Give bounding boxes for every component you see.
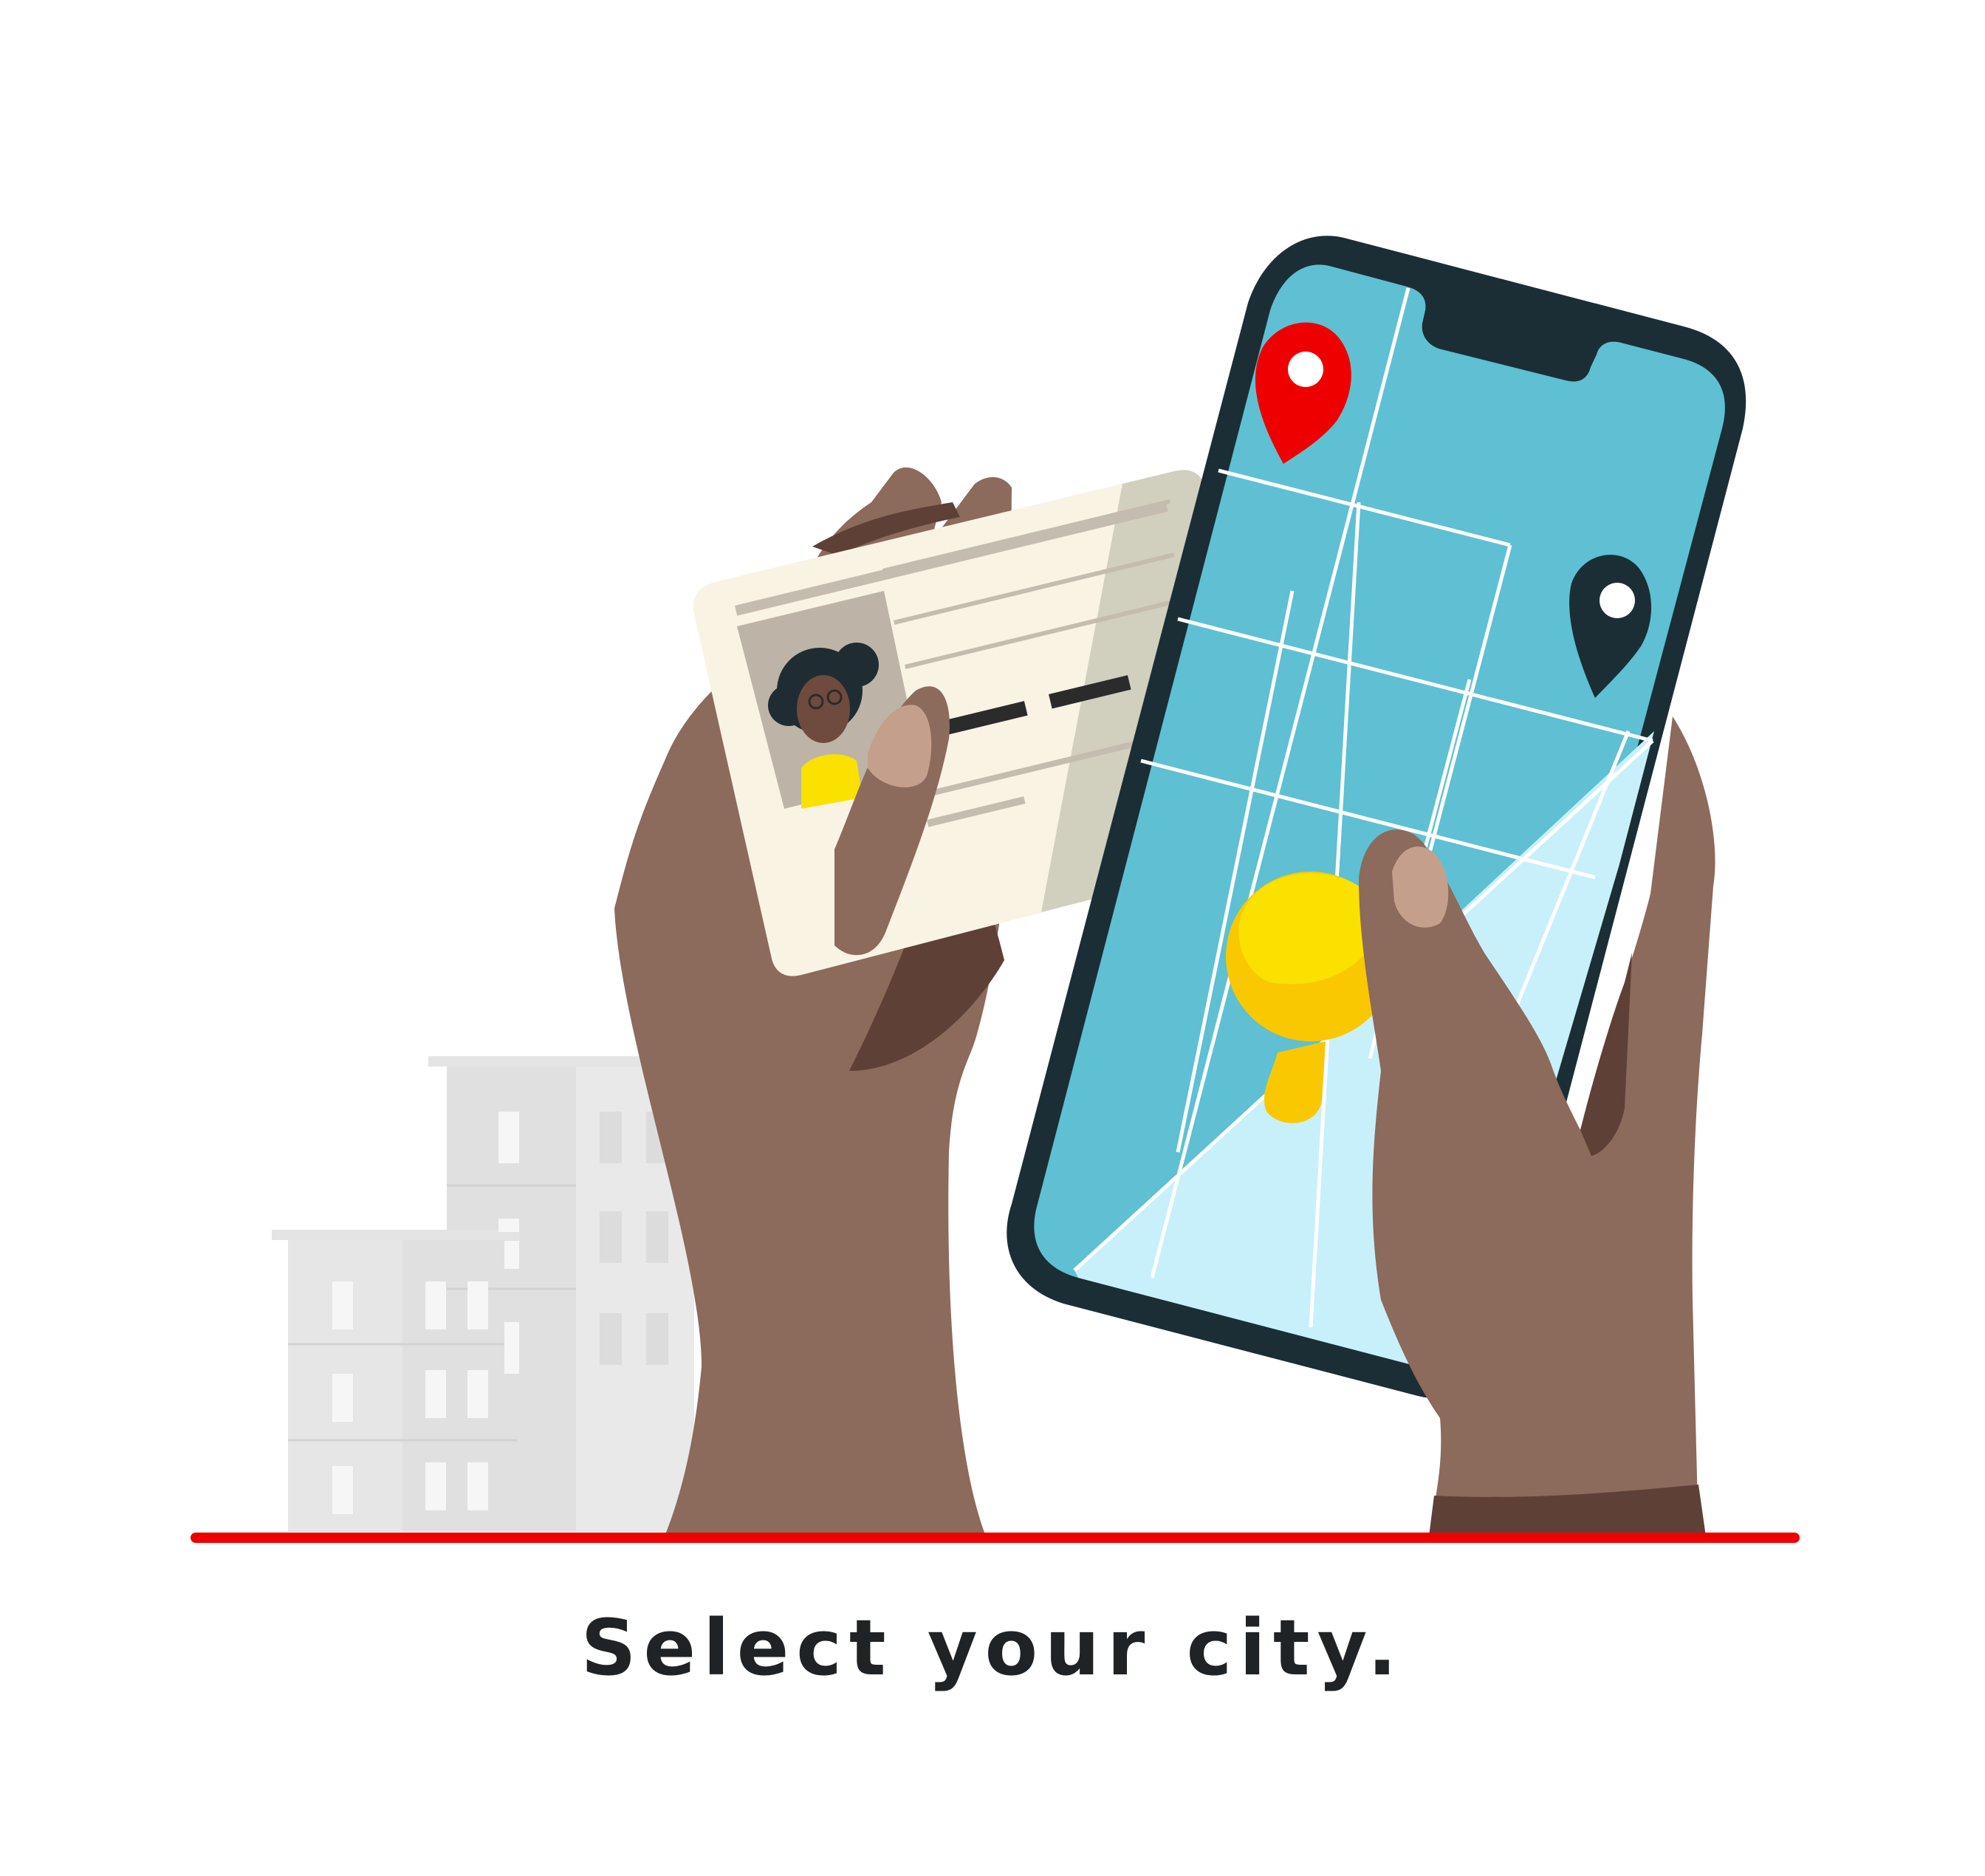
page-title: Select your city. <box>580 1603 1405 1693</box>
illustration <box>191 236 1800 1543</box>
building-icon <box>272 1056 694 1532</box>
